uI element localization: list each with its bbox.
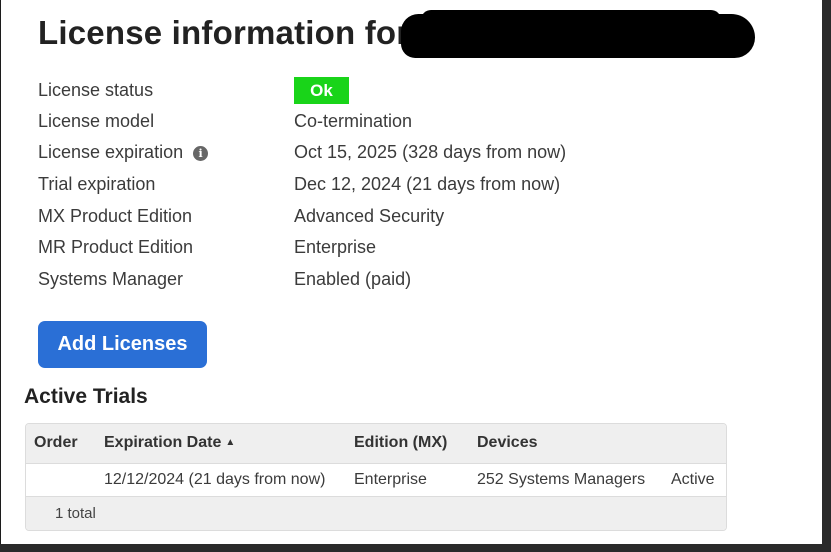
license-model-label: License model	[38, 111, 155, 131]
column-header-devices[interactable]: Devices	[477, 434, 538, 452]
table-header: Order Expiration Date ▲ Edition (MX) Devi…	[26, 424, 726, 464]
column-header-edition[interactable]: Edition (MX)	[354, 434, 447, 452]
license-status-label: License status	[38, 80, 154, 100]
total-count: 1 total	[55, 505, 96, 522]
table-footer: 1 total	[26, 497, 726, 530]
mx-edition-label: MX Product Edition	[38, 206, 193, 226]
trial-expiration-label: Trial expiration	[38, 174, 156, 194]
sort-ascending-icon: ▲	[225, 437, 236, 448]
cell-devices: 252 Systems Managers	[477, 471, 646, 488]
column-header-expiration-date-label: Expiration Date	[104, 434, 222, 451]
redaction-mark	[401, 14, 755, 58]
page-title: License information for	[38, 14, 410, 51]
column-header-expiration-date[interactable]: Expiration Date ▲	[104, 434, 235, 452]
license-expiration-label: License expiration i	[38, 142, 209, 163]
trial-expiration-value: Dec 12, 2024 (21 days from now)	[294, 174, 561, 194]
license-expiration-value: Oct 15, 2025 (328 days from now)	[294, 142, 567, 162]
info-icon[interactable]: i	[193, 146, 209, 161]
cell-edition: Enterprise	[354, 471, 427, 488]
column-header-order[interactable]: Order	[34, 434, 78, 452]
mx-edition-value: Advanced Security	[294, 206, 445, 226]
license-model-value: Co-termination	[294, 111, 413, 131]
license-model-row: License model Co-termination	[38, 111, 738, 137]
mr-edition-value: Enterprise	[294, 237, 377, 257]
status-badge: Ok	[294, 77, 349, 104]
license-status-row: License status Ok	[38, 77, 738, 106]
license-expiration-label-text: License expiration	[38, 142, 184, 162]
add-licenses-button[interactable]: Add Licenses	[38, 321, 207, 368]
systems-manager-row: Systems Manager Enabled (paid)	[38, 269, 738, 295]
license-expiration-row: License expiration i Oct 15, 2025 (328 da…	[38, 142, 738, 168]
cell-status: Active	[671, 471, 715, 488]
active-trials-title: Active Trials	[24, 385, 148, 408]
mx-edition-row: MX Product Edition Advanced Security	[38, 206, 738, 232]
mr-edition-row: MR Product Edition Enterprise	[38, 237, 738, 263]
active-trials-table: Order Expiration Date ▲ Edition (MX) Devi…	[25, 423, 727, 531]
trial-expiration-row: Trial expiration Dec 12, 2024 (21 days f…	[38, 174, 738, 200]
systems-manager-value: Enabled (paid)	[294, 269, 412, 289]
license-page: License information for License status O…	[1, 0, 822, 544]
mr-edition-label: MR Product Edition	[38, 237, 194, 257]
table-row: 12/12/2024 (21 days from now) Enterprise…	[26, 464, 726, 497]
screenshot-border	[822, 0, 831, 552]
cell-expiration-date: 12/12/2024 (21 days from now)	[104, 471, 326, 488]
screenshot-border	[0, 544, 831, 552]
systems-manager-label: Systems Manager	[38, 269, 184, 289]
